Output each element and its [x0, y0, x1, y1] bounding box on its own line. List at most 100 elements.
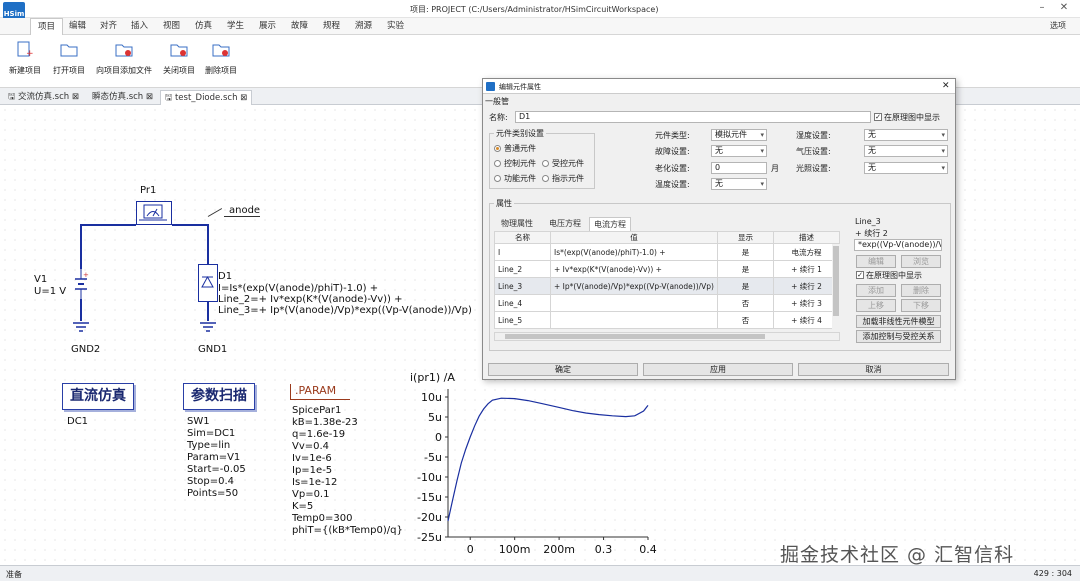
- radio-controlled[interactable]: 受控元件: [542, 158, 584, 169]
- tab-insert[interactable]: 插入: [124, 18, 155, 35]
- ok-button[interactable]: 确定: [488, 363, 638, 376]
- y-tick-label: -15u: [417, 491, 442, 504]
- column-header[interactable]: 显示: [716, 231, 774, 244]
- add-control-relation-button[interactable]: 添加控制与受控关系: [856, 330, 941, 343]
- tab-project[interactable]: 项目: [30, 18, 64, 35]
- tab-view[interactable]: 视图: [156, 18, 187, 35]
- net-label-anode[interactable]: anode: [229, 205, 260, 216]
- table-row-selected[interactable]: Line_3 + Ip*(V(anode)/Vp)*exp((Vp-V(anode…: [494, 277, 841, 295]
- light-label: 光照设置:: [796, 164, 831, 173]
- delete-project-button[interactable]: 删除项目: [202, 39, 240, 83]
- dialog-title: 编辑元件属性: [499, 83, 541, 91]
- window-title: 项目: PROJECT (C:/Users/Administrator/HSim…: [410, 5, 659, 14]
- radio-function[interactable]: 功能元件: [494, 173, 536, 184]
- browse-button[interactable]: 浏览: [901, 255, 941, 268]
- schematic-file-icon: 🖫: [165, 93, 175, 103]
- dc-simulation-block[interactable]: 直流仿真: [62, 383, 134, 410]
- pressure-select[interactable]: 无: [864, 145, 948, 157]
- move-down-button[interactable]: 下移: [901, 299, 941, 312]
- label-leader: [207, 208, 223, 217]
- humidity-label: 湿度设置:: [796, 131, 831, 140]
- close-tab-icon[interactable]: ⊠: [146, 92, 153, 102]
- radio-control[interactable]: 控制元件: [494, 158, 536, 169]
- property-value-field[interactable]: *exp((Vp-V(anode))/Vp): [854, 239, 942, 251]
- sweep-line: Type=lin: [187, 440, 231, 451]
- humidity-select[interactable]: 无: [864, 129, 948, 141]
- aging-stepper[interactable]: 0: [711, 162, 767, 174]
- voltage-source-symbol[interactable]: +: [72, 269, 90, 299]
- horizontal-scrollbar[interactable]: [494, 332, 840, 341]
- tab-fault[interactable]: 故障: [284, 18, 315, 35]
- show-in-schematic-checkbox[interactable]: ✓: [874, 113, 882, 121]
- open-project-button[interactable]: 打开项目: [50, 39, 88, 83]
- delete-button[interactable]: 删除: [901, 284, 941, 297]
- radio-normal[interactable]: 普通元件: [494, 143, 536, 154]
- close-tab-icon[interactable]: ⊠: [240, 93, 247, 103]
- new-project-button[interactable]: + 新建项目: [6, 39, 44, 83]
- column-header[interactable]: 描述: [772, 231, 841, 244]
- ammeter-probe[interactable]: [136, 201, 172, 225]
- table-row[interactable]: Line_2 + Iv*exp(K*(V(anode)-Vv)) + 是 + 续行 1: [494, 260, 841, 278]
- options-menu[interactable]: 选项: [1050, 20, 1066, 31]
- tab-simulate[interactable]: 仿真: [188, 18, 219, 35]
- add-file-icon: [115, 41, 133, 57]
- add-button[interactable]: 添加: [856, 284, 896, 297]
- temperature-select[interactable]: 无: [711, 178, 767, 190]
- status-text: 准备: [6, 570, 22, 579]
- wire: [207, 224, 209, 264]
- scrollbar-thumb[interactable]: [505, 334, 765, 339]
- svg-text:+: +: [83, 271, 89, 279]
- ground-symbol[interactable]: [199, 321, 217, 338]
- doc-tab-transient[interactable]: 瞬态仿真.sch ⊠: [88, 90, 157, 105]
- light-select[interactable]: 无: [864, 162, 948, 174]
- apply-button[interactable]: 应用: [643, 363, 793, 376]
- fault-select[interactable]: 无: [711, 145, 767, 157]
- table-row[interactable]: Line_5 否 + 续行 4: [494, 311, 841, 329]
- x-tick-label: 100m: [499, 543, 531, 555]
- close-tab-icon[interactable]: ⊠: [72, 92, 79, 102]
- column-header[interactable]: 名称: [494, 231, 551, 244]
- sweep-line: Stop=0.4: [187, 476, 235, 487]
- param-line: SpicePar1: [292, 405, 342, 416]
- tab-display[interactable]: 展示: [252, 18, 283, 35]
- scrollbar-thumb[interactable]: [833, 246, 839, 316]
- wire: [80, 224, 136, 226]
- table-row[interactable]: I Is*(exp(V(anode)/phiT)-1.0) + 是电流方程: [494, 243, 841, 261]
- close-dialog-icon[interactable]: ✕: [942, 81, 950, 91]
- move-up-button[interactable]: 上移: [856, 299, 896, 312]
- cancel-button[interactable]: 取消: [798, 363, 949, 376]
- column-header[interactable]: 值: [550, 231, 718, 244]
- close-project-button[interactable]: 关闭项目: [160, 39, 198, 83]
- tab-align[interactable]: 对齐: [93, 18, 124, 35]
- name-field[interactable]: D1: [515, 111, 871, 123]
- tab-procedure[interactable]: 规程: [316, 18, 347, 35]
- edit-button[interactable]: 编辑: [856, 255, 896, 268]
- doc-tab-ac[interactable]: 🖫 交流仿真.sch ⊠: [4, 90, 83, 105]
- ground-symbol[interactable]: [72, 321, 90, 338]
- tab-experiment[interactable]: 实验: [380, 18, 411, 35]
- radio-indicator[interactable]: 指示元件: [542, 173, 584, 184]
- tab-current-equation[interactable]: 电流方程: [589, 217, 631, 231]
- schematic-file-icon: 🖫: [8, 92, 18, 102]
- title-bar: 项目: PROJECT (C:/Users/Administrator/HSim…: [0, 0, 1080, 18]
- load-model-button[interactable]: 加载非线性元件模型: [856, 315, 941, 328]
- param-line: Vv=0.4: [292, 441, 330, 452]
- tab-student[interactable]: 学生: [220, 18, 251, 35]
- doc-tab-diode[interactable]: 🖫 test_Diode.sch ⊠: [160, 90, 253, 105]
- parameter-sweep-block[interactable]: 参数扫描: [183, 383, 255, 410]
- minimize-icon[interactable]: –: [1032, 2, 1052, 16]
- add-file-button[interactable]: 向项目添加文件: [94, 39, 154, 83]
- tab-edit[interactable]: 编辑: [62, 18, 93, 35]
- svg-text:+: +: [26, 49, 34, 57]
- table-row[interactable]: Line_4 否 + 续行 3: [494, 294, 841, 312]
- tab-voltage-equation[interactable]: 电压方程: [545, 217, 585, 231]
- vertical-scrollbar[interactable]: [832, 244, 840, 332]
- component-type-select[interactable]: 模拟元件: [711, 129, 767, 141]
- param-block[interactable]: .PARAM: [290, 384, 350, 400]
- diode-symbol[interactable]: [198, 264, 218, 302]
- iv-curve-chart[interactable]: i(pr1) /A 10u 5u 0 -5u -10u -15u -20u -25u 0 100m 2…: [400, 365, 660, 555]
- tab-trace[interactable]: 溯源: [348, 18, 379, 35]
- side-show-checkbox[interactable]: ✓: [856, 271, 864, 279]
- close-window-icon[interactable]: ✕: [1054, 2, 1074, 16]
- tab-physical-properties[interactable]: 物理属性: [497, 217, 537, 231]
